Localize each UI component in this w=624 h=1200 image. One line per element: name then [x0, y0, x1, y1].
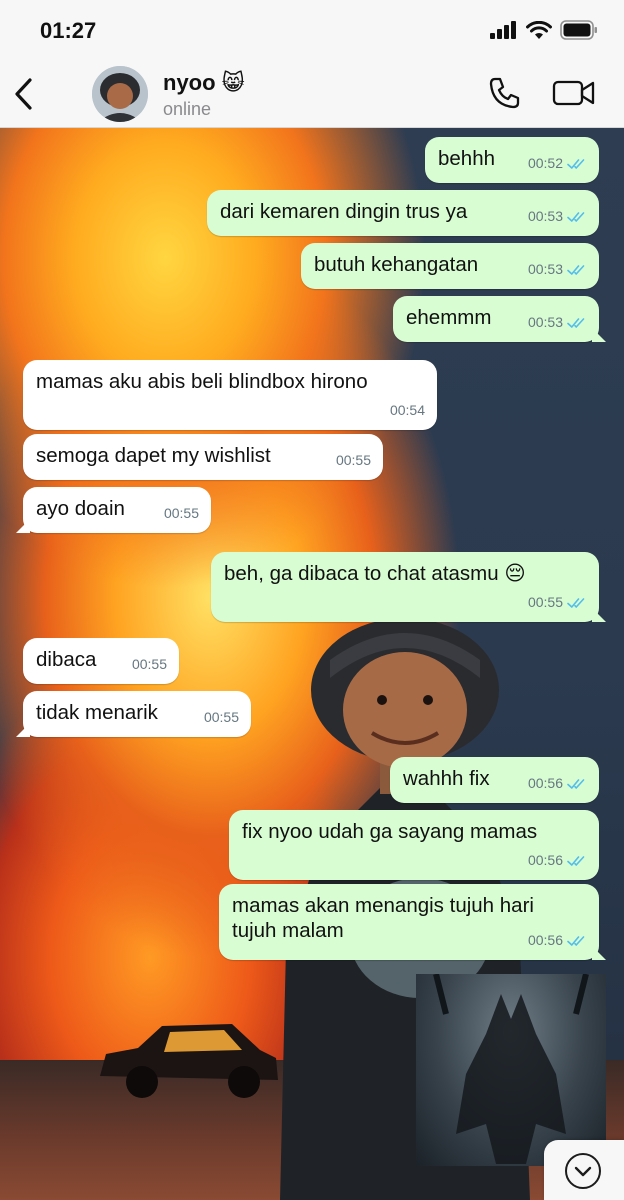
- battery-icon: [560, 20, 597, 40]
- wallpaper-car: [100, 1024, 278, 1098]
- message-bubble-outgoing[interactable]: butuh kehangatan 00:53: [301, 243, 599, 289]
- message-time: 00:55: [335, 452, 371, 468]
- message-bubble-outgoing[interactable]: wahhh fix 00:56: [390, 757, 599, 803]
- double-check-icon: [567, 317, 585, 328]
- status-bar: 01:27: [0, 0, 624, 60]
- message-bubble-outgoing[interactable]: dari kemaren dingin trus ya 00:53: [207, 190, 599, 236]
- message-meta: 00:55: [528, 590, 588, 615]
- chevron-left-icon: [15, 78, 32, 110]
- double-check-icon: [567, 597, 585, 608]
- message-meta: 00:56: [528, 928, 588, 953]
- double-check-icon: [567, 211, 585, 222]
- message-time: 00:56: [527, 932, 563, 948]
- message-time: 00:56: [527, 775, 563, 791]
- message-meta: 00:55: [164, 501, 199, 526]
- message-meta: 00:56: [528, 848, 588, 873]
- message-text: fix nyoo udah ga sayang mamas: [242, 820, 538, 843]
- scroll-to-bottom-button[interactable]: [544, 1140, 624, 1200]
- message-bubble-outgoing[interactable]: beh, ga dibaca to chat atasmu 😔 00:55: [211, 552, 599, 622]
- message-bubble-incoming[interactable]: mamas aku abis beli blindbox hirono 00:54: [23, 360, 437, 430]
- message-bubble-incoming[interactable]: ayo doain 00:55: [23, 487, 211, 533]
- message-meta: 00:55: [204, 705, 239, 730]
- message-time: 00:55: [163, 505, 199, 521]
- voice-call-button[interactable]: [487, 76, 521, 110]
- message-time: 00:53: [527, 314, 563, 330]
- message-bubble-outgoing[interactable]: fix nyoo udah ga sayang mamas 00:56: [229, 810, 599, 880]
- message-time: 00:52: [527, 155, 563, 171]
- back-button[interactable]: [10, 76, 40, 112]
- message-bubble-outgoing[interactable]: mamas akan menangis tujuh hari tujuh mala…: [219, 884, 599, 960]
- double-check-icon: [567, 778, 585, 789]
- message-time: 00:53: [527, 261, 563, 277]
- contact-status: online: [163, 99, 212, 119]
- status-icons: [490, 20, 598, 40]
- double-check-icon: [567, 158, 585, 169]
- message-text: semoga dapet my wishlist: [36, 444, 271, 467]
- chevron-down-icon: [574, 1166, 592, 1177]
- video-call-button[interactable]: [552, 78, 596, 108]
- message-meta: 00:52: [528, 151, 588, 176]
- message-meta: 00:53: [528, 257, 588, 282]
- message-text: mamas aku abis beli blindbox hirono: [36, 370, 368, 393]
- status-time: 01:27: [40, 18, 97, 43]
- message-time: 00:55: [527, 594, 563, 610]
- contact-name[interactable]: nyoo 😸: [163, 70, 245, 96]
- phone-icon: [489, 77, 520, 109]
- double-check-icon: [567, 855, 585, 866]
- message-time: 00:54: [389, 402, 425, 418]
- wallpaper-wolf-image: [416, 973, 606, 1166]
- message-text: beh, ga dibaca to chat atasmu 😔: [224, 562, 526, 585]
- message-meta: 00:53: [528, 310, 588, 335]
- contact-avatar[interactable]: [92, 66, 148, 122]
- message-time: 00:53: [527, 208, 563, 224]
- message-meta: 00:55: [132, 652, 167, 677]
- chat-header: nyoo 😸 online: [0, 60, 624, 128]
- message-time: 00:56: [527, 852, 563, 868]
- message-meta: 00:54: [390, 398, 425, 423]
- wifi-icon: [526, 20, 552, 39]
- message-bubble-outgoing[interactable]: behhh 00:52: [425, 137, 599, 183]
- avatar-photo: [92, 66, 148, 122]
- signal-icon: [490, 21, 516, 39]
- message-bubble-incoming[interactable]: dibaca 00:55: [23, 638, 179, 684]
- scroll-down-circle: [565, 1153, 601, 1189]
- message-bubble-incoming[interactable]: tidak menarik 00:55: [23, 691, 251, 737]
- double-check-icon: [567, 264, 585, 275]
- message-meta: 00:55: [336, 448, 371, 473]
- message-meta: 00:53: [528, 204, 588, 229]
- message-bubble-incoming[interactable]: semoga dapet my wishlist 00:55: [23, 434, 383, 480]
- message-time: 00:55: [131, 656, 167, 672]
- video-camera-icon: [552, 80, 595, 106]
- message-text: mamas akan menangis tujuh hari: [232, 894, 534, 917]
- message-bubble-outgoing[interactable]: ehemmm 00:53: [393, 296, 599, 342]
- message-meta: 00:56: [528, 771, 588, 796]
- message-time: 00:55: [203, 709, 239, 725]
- double-check-icon: [567, 935, 585, 946]
